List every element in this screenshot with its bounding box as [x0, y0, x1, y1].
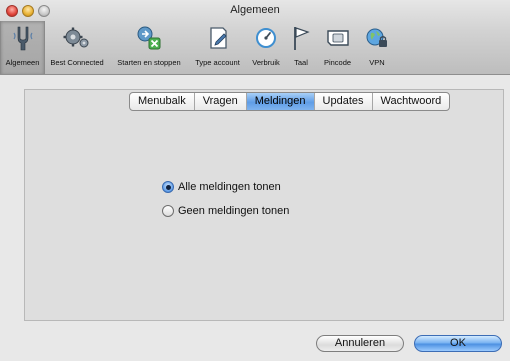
toolbar-label: Algemeen: [5, 58, 40, 67]
globe-lock-icon: [362, 24, 392, 52]
radio-label[interactable]: Geen meldingen tonen: [178, 205, 289, 217]
radio-no-notifications[interactable]: Geen meldingen tonen: [162, 205, 289, 217]
gauge-icon: [251, 24, 281, 52]
toolbar-label: Best Connected: [50, 58, 104, 67]
radio-dot: [165, 184, 171, 190]
tab-menubalk[interactable]: Menubalk: [130, 93, 194, 110]
ok-button[interactable]: OK: [414, 335, 502, 352]
radio-button[interactable]: [162, 181, 174, 193]
gears-icon: [62, 24, 92, 52]
preferences-window: Algemeen Algemeen Best Connected Starten…: [0, 0, 510, 361]
toolbar-label: Verbruik: [252, 58, 280, 67]
tab-wachtwoord[interactable]: Wachtwoord: [371, 93, 450, 110]
tab-meldingen[interactable]: Meldingen: [245, 93, 314, 110]
tab-vragen[interactable]: Vragen: [193, 93, 246, 110]
toolbar-label: Taal: [294, 58, 308, 67]
toolbar-label: Type account: [195, 58, 240, 67]
toolbar-item-vpn[interactable]: VPN: [359, 21, 395, 74]
tuning-fork-icon: [8, 24, 38, 52]
preferences-content: Menubalk Vragen Meldingen Updates Wachtw…: [0, 75, 510, 361]
start-stop-icon: [134, 24, 164, 52]
radio-all-notifications[interactable]: Alle meldingen tonen: [162, 181, 281, 193]
preferences-toolbar: Algemeen Best Connected Starten en stopp…: [0, 21, 395, 74]
toolbar-item-starten-en-stoppen[interactable]: Starten en stoppen: [109, 21, 189, 74]
radio-button[interactable]: [162, 205, 174, 217]
toolbar-item-pincode[interactable]: Pincode: [316, 21, 359, 74]
toolbar-item-algemeen[interactable]: Algemeen: [0, 21, 45, 74]
toolbar-label: Starten en stoppen: [117, 58, 181, 67]
document-edit-icon: [203, 24, 233, 52]
toolbar-label: VPN: [369, 58, 385, 67]
sim-card-icon: [323, 24, 353, 52]
toolbar-label: Pincode: [323, 58, 352, 67]
toolbar-item-verbruik[interactable]: Verbruik: [246, 21, 286, 74]
tab-updates[interactable]: Updates: [313, 93, 372, 110]
radio-label[interactable]: Alle meldingen tonen: [178, 181, 281, 193]
toolbar-item-taal[interactable]: Taal: [286, 21, 316, 74]
title-toolbar: Algemeen Algemeen Best Connected Starten…: [0, 0, 510, 75]
toolbar-item-best-connected[interactable]: Best Connected: [45, 21, 109, 74]
cancel-button[interactable]: Annuleren: [316, 335, 404, 352]
toolbar-item-type-account[interactable]: Type account: [189, 21, 246, 74]
window-title: Algemeen: [230, 4, 280, 16]
tab-bar: Menubalk Vragen Meldingen Updates Wachtw…: [129, 92, 451, 111]
flag-icon: [286, 24, 316, 52]
